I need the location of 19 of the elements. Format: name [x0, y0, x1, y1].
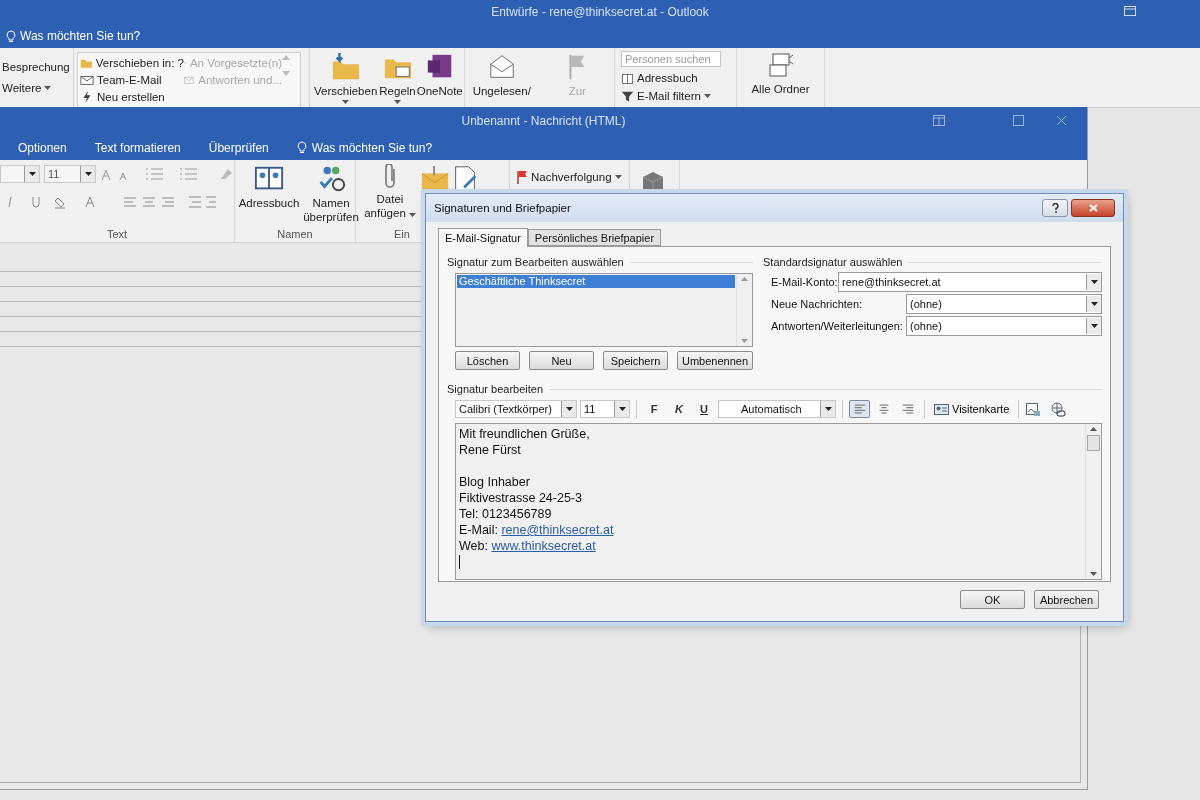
signature-line: Tel: 0123456789 — [459, 506, 553, 522]
field-label: E-Mail-Konto: — [771, 276, 838, 288]
signature-line: Rene Fürst — [459, 442, 522, 458]
window-title: Entwürfe - rene@thinksecret.at - Outlook — [491, 5, 709, 19]
group-label: Namen — [277, 228, 313, 242]
signature-line: E-Mail: rene@thinksecret.at — [459, 522, 615, 538]
signature-line: Blog Inhaber — [459, 474, 531, 490]
section-title: Standardsignatur auswählen — [763, 256, 903, 268]
signature-line: Web: www.thinksecret.at — [459, 538, 597, 554]
group-label: Ein — [394, 228, 410, 242]
field-label: Antworten/Weiterleitungen: — [771, 320, 904, 332]
section-title: Signatur zum Bearbeiten auswählen — [447, 256, 624, 268]
window-title: Unbenannt - Nachricht (HTML) — [461, 114, 626, 128]
field-label: Neue Nachrichten: — [771, 298, 864, 310]
group-label: Text — [106, 228, 128, 242]
section-title: Signatur bearbeiten — [447, 383, 543, 395]
signature-line: Mit freundlichen Grüße, — [459, 426, 591, 442]
signature-line: Fiktivestrasse 24-25-3 — [459, 490, 583, 506]
dialog-title: Signaturen und Briefpapier — [434, 202, 571, 214]
